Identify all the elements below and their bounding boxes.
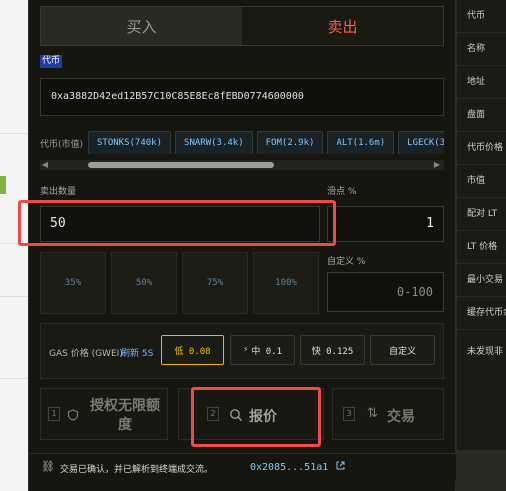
side-item: 配对 LT	[457, 198, 506, 231]
gas-refresh-link[interactable]: 刷新 5S	[121, 346, 153, 359]
side-item: 最小交易	[457, 264, 506, 297]
side-item: 市值	[457, 165, 506, 198]
token-info-column: 代币 名称 地址 盘面 代币价格 市值 配对 LT LT 价格 最小交易 缓存代…	[456, 0, 506, 450]
shield-icon	[67, 409, 79, 421]
status-marker	[0, 176, 6, 194]
divider	[0, 133, 30, 134]
scroll-right-icon[interactable]: ▶	[432, 160, 442, 170]
token-label: 代币	[40, 55, 63, 68]
gas-label: GAS 价格 (GWEI)	[49, 349, 123, 359]
step-number: 3	[343, 407, 355, 421]
gas-low-button[interactable]: 低 0.08	[161, 335, 224, 365]
trade-label: 交易	[387, 409, 415, 425]
token-chip[interactable]: STONKS(740k)	[88, 131, 172, 154]
trade-tabs: 买入 卖出	[40, 6, 444, 46]
gas-custom-button[interactable]: 自定义	[370, 335, 435, 365]
side-item: 缓存代币余	[457, 297, 506, 330]
approve-unlimited-button[interactable]: 1 授权无限额 度	[40, 388, 168, 440]
sell-amount-label: 卖出数量	[40, 187, 77, 197]
gas-medium-button[interactable]: ⚡ 中 0.1	[230, 335, 295, 365]
token-chip[interactable]: ALT(1.6m)	[327, 131, 395, 154]
token-chip[interactable]: FOM(2.9k)	[256, 131, 324, 154]
side-item: 名称	[457, 33, 506, 66]
slippage-input[interactable]: 1	[327, 206, 444, 242]
token-chip[interactable]: LGECK(3	[398, 131, 444, 154]
highlight-quote	[191, 387, 321, 447]
tx-link[interactable]: 0x2085...51a1	[250, 461, 345, 473]
status-message: 交易已确认，并已解析到终端成交流。	[60, 465, 214, 475]
side-footer	[456, 450, 506, 491]
side-item: 地址	[457, 66, 506, 99]
step-number: 1	[48, 407, 60, 421]
percent-100-button[interactable]: 100%	[253, 252, 319, 314]
custom-percent-label: 自定义 %	[327, 257, 366, 267]
scroll-thumb[interactable]	[88, 162, 274, 168]
market-cap-label: 代币(市值)	[40, 140, 84, 150]
token-info-sidebar: 代币 名称 地址 盘面 代币价格 市值 配对 LT LT 价格 最小交易 缓存代…	[456, 0, 506, 491]
tx-hash: 0x2085...51a1	[250, 462, 329, 473]
percent-50-button[interactable]: 50%	[111, 252, 177, 314]
trade-button[interactable]: 3 ⇅ 交易	[332, 388, 444, 440]
side-item: 未发现非	[467, 347, 504, 357]
percent-75-button[interactable]: 75%	[182, 252, 248, 314]
side-item: 盘面	[457, 99, 506, 132]
token-chip-list: STONKS(740k) SNARW(3.4k) FOM(2.9k) ALT(1.6m…	[88, 130, 444, 154]
custom-percent-input[interactable]: 0-100	[327, 272, 444, 312]
external-link-icon	[336, 461, 345, 470]
slippage-label: 滑点 %	[327, 187, 357, 197]
link-broken-icon: ⛓	[41, 460, 55, 473]
divider	[0, 296, 30, 297]
gas-fast-button[interactable]: 快 0.125	[300, 335, 365, 365]
side-item: 代币	[457, 0, 506, 33]
divider	[0, 378, 30, 379]
highlight-sell-amount	[18, 200, 336, 246]
tab-sell[interactable]: 卖出	[242, 7, 443, 45]
swap-arrows-icon: ⇅	[367, 406, 378, 421]
approve-label: 授权无限额 度	[90, 398, 160, 433]
token-chip[interactable]: SNARW(3.4k)	[175, 131, 253, 154]
gas-medium-label: 中 0.1	[251, 346, 283, 357]
lightning-icon: ⚡	[242, 345, 249, 355]
side-item: LT 价格	[457, 231, 506, 264]
tab-buy[interactable]: 买入	[41, 7, 242, 45]
percent-35-button[interactable]: 35%	[40, 252, 106, 314]
token-address-input[interactable]: 0xa3882D42ed12B57C10C85E8Ec8fEBD07746000…	[40, 78, 444, 116]
side-item: 代币价格	[457, 132, 506, 165]
scroll-left-icon[interactable]: ◀	[40, 160, 50, 170]
